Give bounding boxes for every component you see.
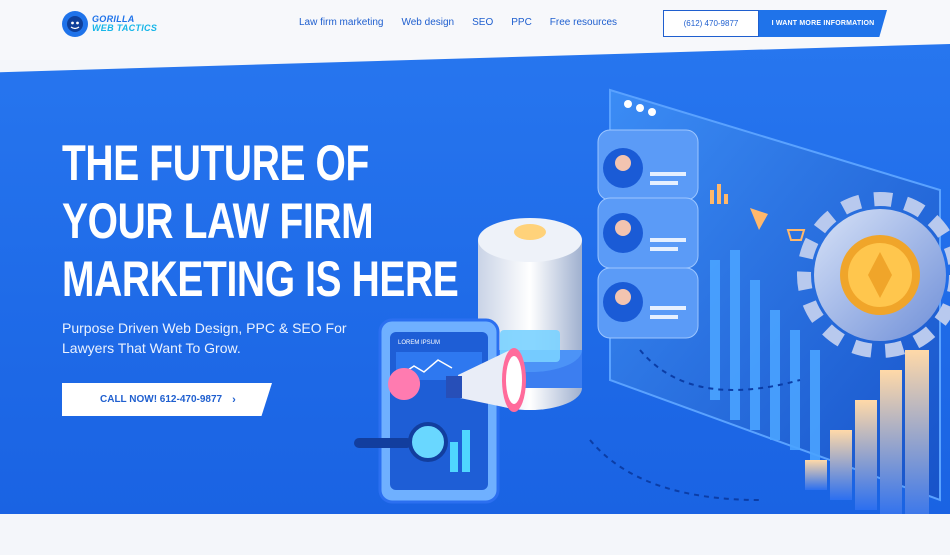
header-phone-button[interactable]: (612) 470-9877: [663, 10, 759, 37]
more-information-button[interactable]: I WANT MORE INFORMATION: [759, 10, 887, 37]
phone-card-label: LOREM IPSUM: [398, 340, 440, 346]
headline-line-2: YOUR LAW FIRM: [62, 193, 374, 249]
nav-law-firm-marketing[interactable]: Law firm marketing: [299, 17, 383, 29]
nav-ppc[interactable]: PPC: [511, 17, 532, 29]
avatar-icon: [615, 289, 631, 305]
profile-card-2: [597, 197, 699, 269]
main-nav: Law firm marketing Web design SEO PPC Fr…: [299, 17, 635, 29]
call-now-label: CALL NOW! 612-470-9877: [100, 394, 223, 405]
hero-headline: THE FUTURE OF YOUR LAW FIRM MARKETING IS…: [62, 134, 459, 308]
smartphone-illustration: LOREM IPSUM: [378, 318, 500, 504]
hero-bottom-edge: [0, 514, 950, 555]
nav-free-resources[interactable]: Free resources: [550, 17, 617, 29]
avatar-icon: [615, 155, 631, 171]
headline-line-3: MARKETING IS HERE: [62, 251, 459, 307]
nav-web-design[interactable]: Web design: [401, 17, 454, 29]
nav-seo[interactable]: SEO: [472, 17, 493, 29]
gorilla-icon: [62, 11, 88, 37]
logo-line-2: WEB TACTICS: [92, 23, 158, 33]
logo-text: GORILLA WEB TACTICS: [92, 15, 157, 33]
headline-line-1: THE FUTURE OF: [62, 135, 369, 191]
logo[interactable]: GORILLA WEB TACTICS: [62, 10, 157, 38]
call-now-button[interactable]: CALL NOW! 612-470-9877 ›: [62, 383, 272, 416]
marketing-illustration: LOREM IPSUM: [354, 88, 950, 530]
profile-card-3: [597, 267, 699, 339]
avatar-icon: [615, 220, 631, 236]
hero-subtext: Purpose Driven Web Design, PPC & SEO For…: [62, 320, 347, 356]
chevron-right-icon: ›: [232, 393, 236, 406]
profile-card-1: [597, 129, 699, 201]
